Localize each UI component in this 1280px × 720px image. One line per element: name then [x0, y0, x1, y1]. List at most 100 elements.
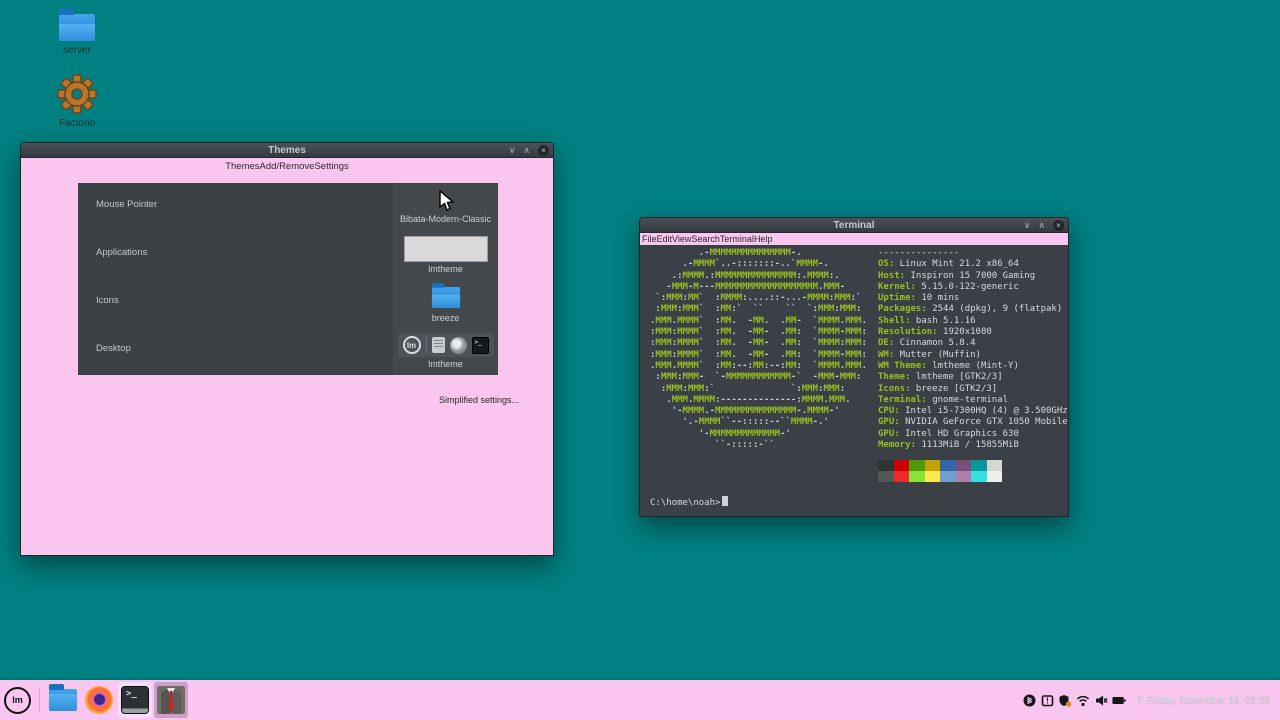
simplified-settings-link[interactable]: Simplified settings...	[439, 395, 519, 405]
palette-swatch	[894, 471, 910, 482]
package-icon[interactable]: !	[1040, 693, 1054, 707]
palette-swatch	[878, 471, 894, 482]
blue-folder-icon	[431, 286, 459, 307]
palette-swatch	[894, 460, 910, 471]
shell-prompt: C:\home\noah>	[650, 496, 1068, 509]
prompt-text: C:\home\noah>	[650, 498, 720, 508]
row-applications: Applications lmtheme	[78, 231, 498, 279]
terminal-icon: >_	[121, 686, 149, 714]
row-mouse-pointer: Mouse Pointer Bibata-Modern-Classic	[78, 183, 498, 231]
desktop-icon-label: Factorio	[41, 118, 113, 129]
folder-icon	[49, 689, 77, 711]
maximize-icon[interactable]: ∧	[523, 146, 530, 155]
theme-value: Bibata-Modern-Classic	[400, 214, 491, 224]
palette-swatch	[987, 460, 1003, 471]
bluetooth-icon[interactable]	[1022, 693, 1036, 707]
menu-file[interactable]: File	[642, 234, 657, 244]
palette-swatch	[971, 460, 987, 471]
file-manager-launcher[interactable]	[46, 682, 80, 718]
menu-help[interactable]: Help	[754, 234, 773, 244]
battery-icon[interactable]	[1112, 693, 1126, 707]
row-label: Icons	[78, 279, 393, 327]
text-cursor	[722, 496, 728, 506]
maximize-icon[interactable]: ∧	[1038, 221, 1045, 230]
terminal-titlebar[interactable]: Terminal ∨ ∧ ×	[640, 218, 1068, 233]
palette-swatch	[940, 460, 956, 471]
desktop: server Factorio The	[0, 0, 1280, 720]
suit-app-window-button[interactable]	[154, 682, 188, 718]
window-title: Themes	[268, 145, 306, 156]
wifi-icon[interactable]	[1076, 693, 1090, 707]
themes-tab-bar: ThemesAdd/RemoveSettings	[21, 158, 553, 174]
row-label: Applications	[78, 231, 393, 279]
palette-swatch	[987, 471, 1003, 482]
terminal-icon: >_	[472, 337, 489, 354]
palette-swatch	[956, 460, 972, 471]
window-title: Terminal	[834, 220, 875, 231]
menu-view[interactable]: View	[672, 234, 691, 244]
theme-value: lmtheme	[428, 359, 463, 369]
palette-swatch	[878, 460, 894, 471]
row-icons: Icons breeze	[78, 279, 498, 327]
mouse-pointer-theme-button[interactable]: Bibata-Modern-Classic	[393, 183, 498, 231]
menu-edit[interactable]: Edit	[657, 234, 673, 244]
shield-icon[interactable]	[1058, 693, 1072, 707]
divider	[426, 336, 427, 354]
row-label: Mouse Pointer	[78, 183, 393, 231]
row-label: Desktop	[78, 327, 393, 375]
desktop-theme-button[interactable]: lm >_ lmtheme	[393, 327, 498, 375]
clock[interactable]: T: Friday, November 15, 05:35	[1136, 695, 1270, 706]
desktop-icon-factorio[interactable]: Factorio	[41, 74, 113, 129]
volume-muted-icon[interactable]	[1094, 693, 1108, 707]
system-tray: ! T: Friday, November 15, 05:35	[1022, 693, 1280, 707]
terminal-menubar: FileEditViewSearchTerminalHelp	[640, 233, 1068, 245]
minimize-icon[interactable]: ∨	[1024, 221, 1031, 230]
minimize-icon[interactable]: ∨	[509, 146, 516, 155]
gear-icon	[57, 74, 97, 114]
palette-swatch	[956, 471, 972, 482]
palette-swatch	[940, 471, 956, 482]
mint-logo-icon: lm	[12, 695, 23, 705]
row-desktop: Desktop lm >_ lmtheme	[78, 327, 498, 375]
close-icon[interactable]: ×	[538, 145, 549, 156]
menu-terminal[interactable]: Terminal	[720, 234, 754, 244]
terminal-color-palette	[878, 460, 1068, 482]
theme-value: breeze	[432, 313, 460, 323]
mint-logo-icon: lm	[403, 336, 421, 354]
svg-text:!: !	[1046, 696, 1049, 705]
desktop-theme-icons: lm >_	[398, 333, 494, 357]
palette-swatch	[971, 471, 987, 482]
terminal-window-button[interactable]: >_	[118, 682, 152, 718]
cursor-arrow-icon	[437, 190, 455, 212]
tab-themes[interactable]: Themes	[225, 161, 259, 172]
themes-window: Themes ∨ ∧ × ThemesAdd/RemoveSettings Mo…	[20, 142, 554, 556]
palette-swatch	[925, 471, 941, 482]
terminal-output[interactable]: .-MMMMMMMMMMMMMMM-. .-MMMM`..-:::::::-..…	[640, 245, 1068, 516]
tab-add-remove[interactable]: Add/Remove	[260, 161, 315, 172]
folder-icon	[59, 14, 95, 41]
mint-menu-button[interactable]: lm	[4, 687, 31, 714]
close-icon[interactable]: ×	[1053, 220, 1064, 231]
system-info: ---------------OS: Linux Mint 21.2 x86_6…	[878, 248, 1068, 451]
taskbar-divider	[39, 687, 40, 713]
suit-icon	[157, 686, 185, 714]
neofetch-output: .-MMMMMMMMMMMMMMM-. .-MMMM`..-:::::::-..…	[650, 248, 1068, 451]
palette-swatch	[909, 471, 925, 482]
taskbar: lm >_ !	[0, 680, 1280, 720]
firefox-launcher[interactable]	[82, 682, 116, 718]
tab-settings[interactable]: Settings	[314, 161, 348, 172]
menu-search[interactable]: Search	[691, 234, 720, 244]
themes-titlebar[interactable]: Themes ∨ ∧ ×	[21, 143, 553, 158]
themes-settings-panel: Mouse Pointer Bibata-Modern-Classic Appl…	[78, 183, 498, 375]
desktop-icon-server[interactable]: server	[41, 14, 113, 56]
icons-theme-button[interactable]: breeze	[393, 279, 498, 327]
button-preview	[404, 236, 488, 262]
palette-swatch	[925, 460, 941, 471]
theme-value: lmtheme	[428, 264, 463, 274]
desktop-icon-label: server	[41, 45, 113, 56]
files-icon	[432, 337, 445, 353]
firefox-icon	[85, 686, 113, 714]
browser-icon	[450, 337, 467, 354]
palette-swatch	[909, 460, 925, 471]
applications-theme-button[interactable]: lmtheme	[393, 231, 498, 279]
